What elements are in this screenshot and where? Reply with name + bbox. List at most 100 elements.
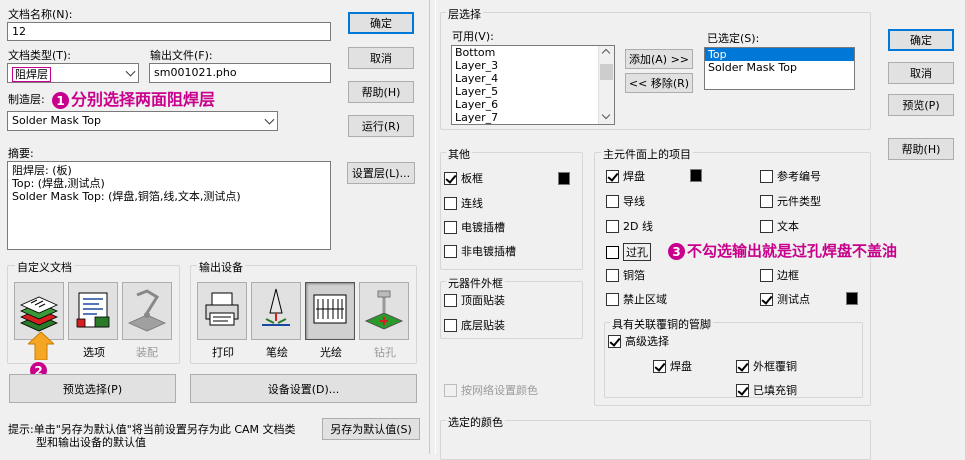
summary-box: 阻焊层: (板) Top: (焊盘,测试点) Solder Mask Top: … (7, 161, 331, 250)
checkbox-label: 禁止区域 (623, 293, 667, 306)
list-scrollbar[interactable] (598, 46, 614, 124)
checkbox-copper[interactable]: 铜箔 (606, 267, 645, 283)
checkbox-box[interactable] (606, 219, 619, 233)
color-swatch[interactable] (846, 292, 858, 305)
checkbox-box[interactable] (760, 292, 773, 306)
checkbox-box[interactable] (606, 268, 619, 282)
checkbox-pads[interactable]: 焊盘 (606, 168, 645, 184)
checkbox-box[interactable] (444, 383, 457, 397)
preview-button[interactable]: 预览(P) (888, 94, 954, 116)
checkbox-box[interactable] (760, 268, 773, 282)
fab-layer-select[interactable]: Solder Mask Top (7, 111, 278, 131)
checkbox-box[interactable] (444, 318, 457, 332)
fab-layer-value: Solder Mask Top (12, 114, 101, 127)
checkbox-test-points[interactable]: 测试点 (760, 291, 810, 307)
chevron-down-icon[interactable] (601, 110, 611, 120)
assembly-button[interactable] (122, 282, 172, 340)
list-item[interactable]: Bottom (452, 46, 614, 59)
ok-button[interactable]: 确定 (348, 12, 414, 34)
color-swatch[interactable] (558, 172, 570, 185)
doc-name-input[interactable]: 12 (7, 22, 331, 41)
checkbox-box[interactable] (606, 169, 619, 183)
preview-select-button[interactable]: 预览选择(P) (9, 374, 176, 403)
cancel-button[interactable]: 取消 (888, 62, 954, 84)
checkbox-box[interactable] (606, 245, 619, 259)
ok-button[interactable]: 确定 (888, 29, 954, 51)
checkbox-part-type[interactable]: 元件类型 (760, 193, 821, 209)
cancel-button[interactable]: 取消 (348, 47, 414, 69)
linked-pins-title: 具有关联覆铜的管脚 (610, 316, 713, 332)
checkbox-advanced[interactable]: 高级选择 (608, 333, 669, 349)
checkbox-label: 连线 (461, 197, 483, 210)
device-setup-button[interactable]: 设备设置(D)... (190, 374, 417, 403)
selected-list[interactable]: Top Solder Mask Top (704, 47, 855, 90)
checkbox-box[interactable] (444, 293, 457, 307)
output-device-title: 输出设备 (197, 259, 245, 275)
checkbox-box[interactable] (606, 292, 619, 306)
checkbox-connections[interactable]: 连线 (444, 195, 483, 211)
layers-button[interactable]: 设置层(L)... (347, 162, 415, 184)
checkbox-box[interactable] (760, 194, 773, 208)
checkbox-box[interactable] (444, 171, 457, 185)
photo-plotter-icon (313, 294, 347, 324)
print-button[interactable] (197, 282, 247, 340)
annotation-3-number: 3 (668, 243, 685, 260)
checkbox-frame[interactable]: 边框 (760, 267, 799, 283)
list-item[interactable]: Layer_5 (452, 85, 614, 98)
photo-plot-button[interactable] (305, 282, 355, 340)
list-item[interactable]: Layer_6 (452, 98, 614, 111)
checkbox-traces[interactable]: 导线 (606, 193, 645, 209)
checkbox-net-color[interactable]: 按网络设置颜色 (444, 382, 538, 398)
list-item[interactable]: Solder Mask Top (705, 61, 854, 74)
checkbox-nonplated-slots[interactable]: 非电镀插槽 (444, 243, 516, 259)
save-default-button[interactable]: 另存为默认值(S) (322, 418, 420, 440)
checkbox-2d-lines[interactable]: 2D 线 (606, 218, 653, 234)
scroll-thumb[interactable] (600, 64, 613, 80)
checkbox-linked-pads[interactable]: 焊盘 (653, 358, 692, 374)
list-item[interactable]: Layer_7 (452, 111, 614, 124)
options-button[interactable] (68, 282, 118, 340)
list-item[interactable]: Layer_3 (452, 59, 614, 72)
list-item[interactable]: Layer_4 (452, 72, 614, 85)
pane-divider (429, 0, 436, 454)
help-button[interactable]: 帮助(H) (888, 138, 954, 160)
checkbox-box[interactable] (736, 359, 749, 373)
doc-type-select[interactable]: 阻焊层 (7, 63, 139, 83)
run-button[interactable]: 运行(R) (348, 115, 414, 137)
checkbox-label: 电镀插槽 (461, 221, 505, 234)
chevron-up-icon[interactable] (601, 48, 611, 58)
print-label: 打印 (212, 346, 234, 359)
add-layer-button[interactable]: 添加(A) >> (625, 49, 693, 69)
color-swatch[interactable] (690, 169, 702, 182)
pen-plot-button[interactable] (251, 282, 301, 340)
checkbox-box[interactable] (444, 244, 457, 258)
checkbox-vias[interactable]: 过孔 (606, 243, 651, 261)
checkbox-filled-copper[interactable]: 已填充铜 (736, 382, 797, 398)
checkbox-outline-copper[interactable]: 外框覆铜 (736, 358, 797, 374)
available-list[interactable]: Bottom Layer_3 Layer_4 Layer_5 Layer_6 L… (451, 45, 615, 125)
help-button[interactable]: 帮助(H) (348, 81, 414, 103)
checkbox-top-mount[interactable]: 顶面贴装 (444, 292, 505, 308)
drill-button[interactable] (359, 282, 409, 340)
checkbox-plated-slots[interactable]: 电镀插槽 (444, 219, 505, 235)
checkbox-box[interactable] (608, 334, 621, 348)
checkbox-ref-des[interactable]: 参考编号 (760, 168, 821, 184)
chevron-down-icon (264, 114, 275, 125)
layer-select-title: 层选择 (446, 6, 483, 22)
summary-line: Top: (焊盘,测试点) (12, 177, 105, 190)
checkbox-box[interactable] (736, 383, 749, 397)
output-file-input[interactable]: sm001021.pho (149, 63, 331, 83)
checkbox-text[interactable]: 文本 (760, 218, 799, 234)
checkbox-board-outline[interactable]: 板框 (444, 170, 483, 186)
remove-layer-button[interactable]: << 移除(R) (625, 73, 693, 93)
checkbox-box[interactable] (653, 359, 666, 373)
checkbox-box[interactable] (606, 194, 619, 208)
checkbox-bottom-mount[interactable]: 底层贴装 (444, 317, 505, 333)
checkbox-box[interactable] (760, 219, 773, 233)
checkbox-keepout[interactable]: 禁止区域 (606, 291, 667, 307)
annotation-3-text: 不勾选输出就是过孔焊盘不盖油 (687, 242, 898, 260)
checkbox-box[interactable] (760, 169, 773, 183)
checkbox-box[interactable] (444, 196, 457, 210)
checkbox-box[interactable] (444, 220, 457, 234)
list-item[interactable]: Top (705, 48, 854, 61)
